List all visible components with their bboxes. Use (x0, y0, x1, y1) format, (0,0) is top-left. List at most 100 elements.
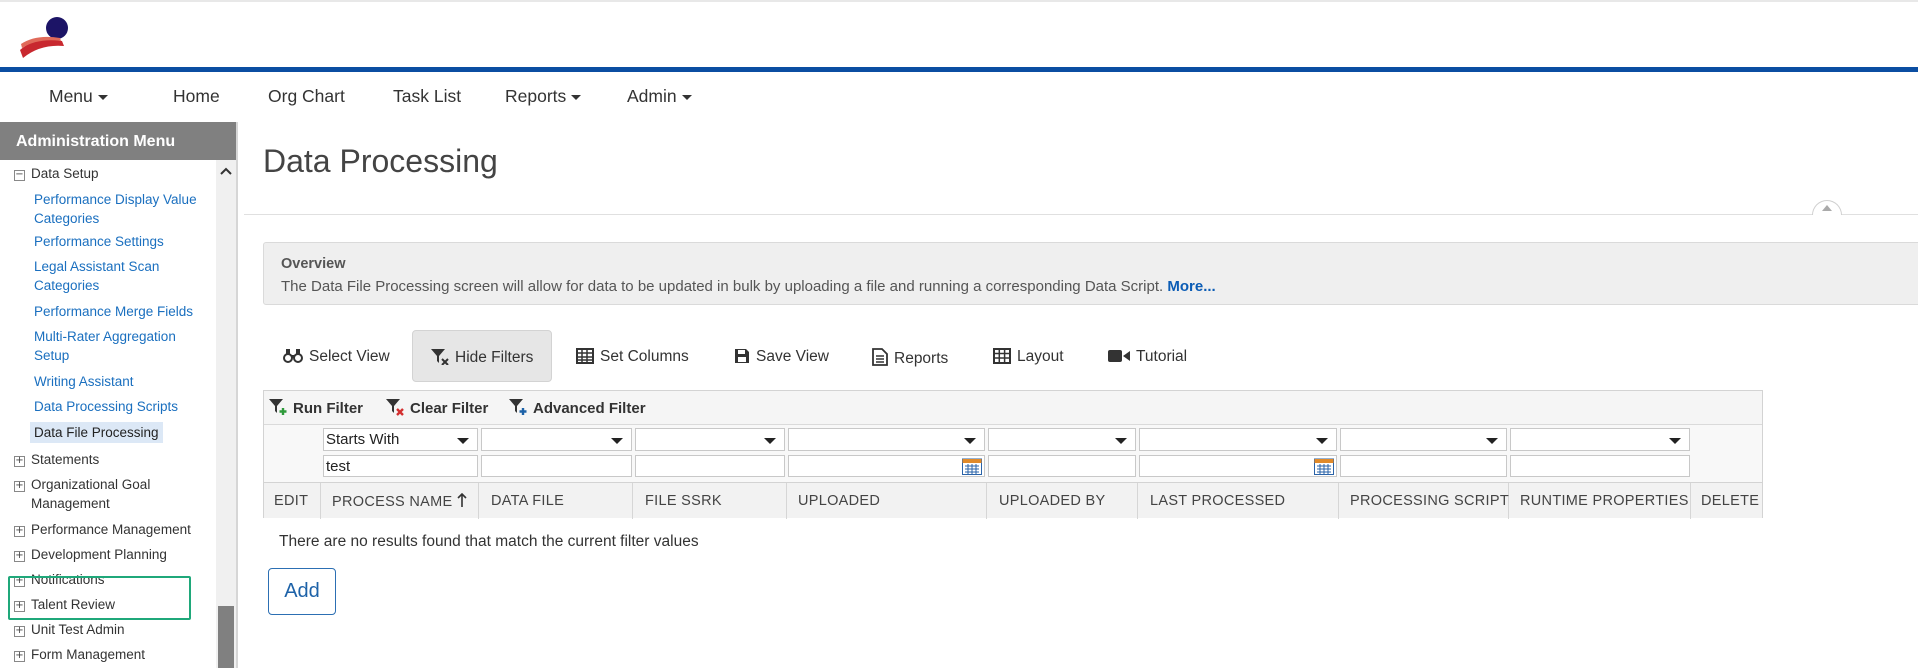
sidebar-link-performance-merge-fields[interactable]: Performance Merge Fields (34, 302, 209, 321)
admin-sidebar: Administration Menu − Data Setup Performa… (0, 122, 238, 668)
clear-filter-label: Clear Filter (410, 400, 489, 417)
column-header-data-file[interactable]: DATA FILE (479, 483, 633, 519)
operator-value: Starts With (326, 431, 400, 448)
run-filter-label: Run Filter (293, 400, 363, 417)
processing-script-operator-select[interactable] (1340, 428, 1507, 451)
overview-panel: Overview The Data File Processing screen… (263, 242, 1918, 305)
nav-menu[interactable]: Menu (49, 86, 108, 107)
column-header-label: PROCESS NAME (332, 494, 453, 510)
dropdown-arrow-icon (457, 438, 469, 444)
column-header-process-name[interactable]: PROCESS NAME (321, 483, 479, 519)
caret-down-icon (681, 94, 692, 100)
collapse-icon[interactable]: − (14, 170, 25, 181)
advanced-filter-button[interactable]: Advanced Filter (509, 399, 646, 417)
clear-filter-button[interactable]: Clear Filter (386, 399, 488, 417)
column-header-runtime-properties[interactable]: RUNTIME PROPERTIES (1509, 483, 1691, 519)
sidebar-link-data-file-processing[interactable]: Data File Processing (30, 422, 163, 443)
column-header-last-processed[interactable]: LAST PROCESSED (1138, 483, 1339, 519)
selection-highlight (8, 576, 191, 620)
sidebar-link-performance-display-value-categories[interactable]: Performance Display Value Categories (34, 190, 209, 228)
data-grid: Run Filter Clear Filter Advanced Filter … (263, 390, 1763, 519)
tree-node-label: Statements (31, 452, 100, 467)
tree-node-organizational-goal-management[interactable]: + Organizational Goal Management (14, 475, 191, 513)
column-header-delete[interactable]: DELETE (1691, 483, 1762, 519)
nav-admin[interactable]: Admin (627, 86, 692, 107)
runtime-properties-operator-select[interactable] (1510, 428, 1690, 451)
column-header-file-ssrk[interactable]: FILE SSRK (633, 483, 787, 519)
file-ssrk-filter-input[interactable] (635, 455, 785, 477)
scroll-thumb[interactable] (218, 606, 234, 668)
tree-node-label: Performance Management (31, 522, 191, 537)
save-view-label: Save View (756, 348, 829, 365)
filter-inputs: Starts With test (264, 425, 1762, 482)
reports-label: Reports (894, 350, 949, 367)
tree-node-label: Development Planning (31, 547, 167, 562)
run-filter-button[interactable]: Run Filter (269, 399, 363, 417)
uploaded-by-operator-select[interactable] (988, 428, 1136, 451)
last-processed-filter-input[interactable] (1139, 455, 1337, 477)
uploaded-operator-select[interactable] (788, 428, 985, 451)
hide-filters-label: Hide Filters (455, 349, 534, 366)
sidebar-link-data-processing-scripts[interactable]: Data Processing Scripts (34, 397, 209, 416)
video-camera-icon (1108, 350, 1130, 362)
file-ssrk-operator-select[interactable] (635, 428, 785, 451)
layout-button[interactable]: Layout (993, 330, 1064, 382)
filter-clear-icon (386, 399, 404, 416)
nav-reports[interactable]: Reports (505, 86, 582, 107)
tree-node-statements[interactable]: + Statements (14, 450, 99, 469)
select-view-button[interactable]: Select View (283, 330, 390, 382)
column-header-uploaded[interactable]: UPLOADED (787, 483, 987, 519)
expand-icon[interactable]: + (14, 651, 25, 662)
dropdown-arrow-icon (1486, 438, 1498, 444)
process-name-operator-select[interactable]: Starts With (323, 428, 478, 451)
sidebar-link-multi-rater-aggregation-setup[interactable]: Multi-Rater Aggregation Setup (34, 327, 209, 365)
tree-node-unit-test-admin[interactable]: + Unit Test Admin (14, 620, 125, 639)
collapse-header-button[interactable] (1812, 200, 1842, 215)
column-header-edit[interactable]: EDIT (264, 483, 321, 519)
table-icon (576, 348, 594, 364)
data-file-operator-select[interactable] (481, 428, 632, 451)
sidebar-link-writing-assistant[interactable]: Writing Assistant (34, 372, 209, 391)
hide-filters-button[interactable]: Hide Filters (412, 330, 553, 382)
expand-icon[interactable]: + (14, 456, 25, 467)
expand-icon[interactable]: + (14, 551, 25, 562)
nav-org-chart[interactable]: Org Chart (268, 86, 345, 107)
expand-icon[interactable]: + (14, 526, 25, 537)
tree-node-development-planning[interactable]: + Development Planning (14, 545, 167, 564)
save-view-button[interactable]: Save View (734, 330, 829, 382)
scroll-up-icon[interactable] (220, 166, 232, 176)
expand-icon[interactable]: + (14, 481, 25, 492)
expand-icon[interactable]: + (14, 626, 25, 637)
tutorial-button[interactable]: Tutorial (1108, 330, 1187, 382)
tree-node-performance-management[interactable]: + Performance Management (14, 520, 191, 539)
calendar-icon[interactable] (1314, 458, 1334, 475)
processing-script-filter-input[interactable] (1340, 455, 1507, 477)
nav-home[interactable]: Home (173, 86, 220, 107)
column-header-row: EDIT PROCESS NAME DATA FILE FILE SSRK UP… (264, 482, 1762, 519)
process-name-filter-input[interactable]: test (323, 455, 478, 477)
sidebar-scrollbar[interactable] (216, 160, 236, 668)
calendar-icon[interactable] (962, 458, 982, 475)
data-file-filter-input[interactable] (481, 455, 632, 477)
binoculars-icon (283, 349, 303, 363)
dropdown-arrow-icon (1669, 438, 1681, 444)
sort-ascending-icon (457, 492, 467, 507)
tree-node-data-setup[interactable]: − Data Setup (14, 164, 99, 183)
sidebar-link-legal-assistant-scan-categories[interactable]: Legal Assistant Scan Categories (34, 257, 209, 295)
set-columns-button[interactable]: Set Columns (576, 330, 689, 382)
company-logo[interactable] (18, 14, 72, 58)
runtime-properties-filter-input[interactable] (1510, 455, 1690, 477)
overview-more-link[interactable]: More... (1167, 278, 1215, 295)
tree-node-form-management[interactable]: + Form Management (14, 645, 145, 664)
last-processed-operator-select[interactable] (1139, 428, 1337, 451)
uploaded-by-filter-input[interactable] (988, 455, 1136, 477)
add-button[interactable]: Add (268, 568, 336, 615)
column-header-processing-script[interactable]: PROCESSING SCRIPT (1339, 483, 1509, 519)
column-header-uploaded-by[interactable]: UPLOADED BY (987, 483, 1138, 519)
nav-task-list[interactable]: Task List (393, 86, 461, 107)
uploaded-filter-input[interactable] (788, 455, 985, 477)
reports-button[interactable]: Reports (872, 330, 948, 382)
sidebar-link-performance-settings[interactable]: Performance Settings (34, 232, 209, 251)
grid-icon (993, 348, 1011, 364)
dropdown-arrow-icon (1316, 438, 1328, 444)
